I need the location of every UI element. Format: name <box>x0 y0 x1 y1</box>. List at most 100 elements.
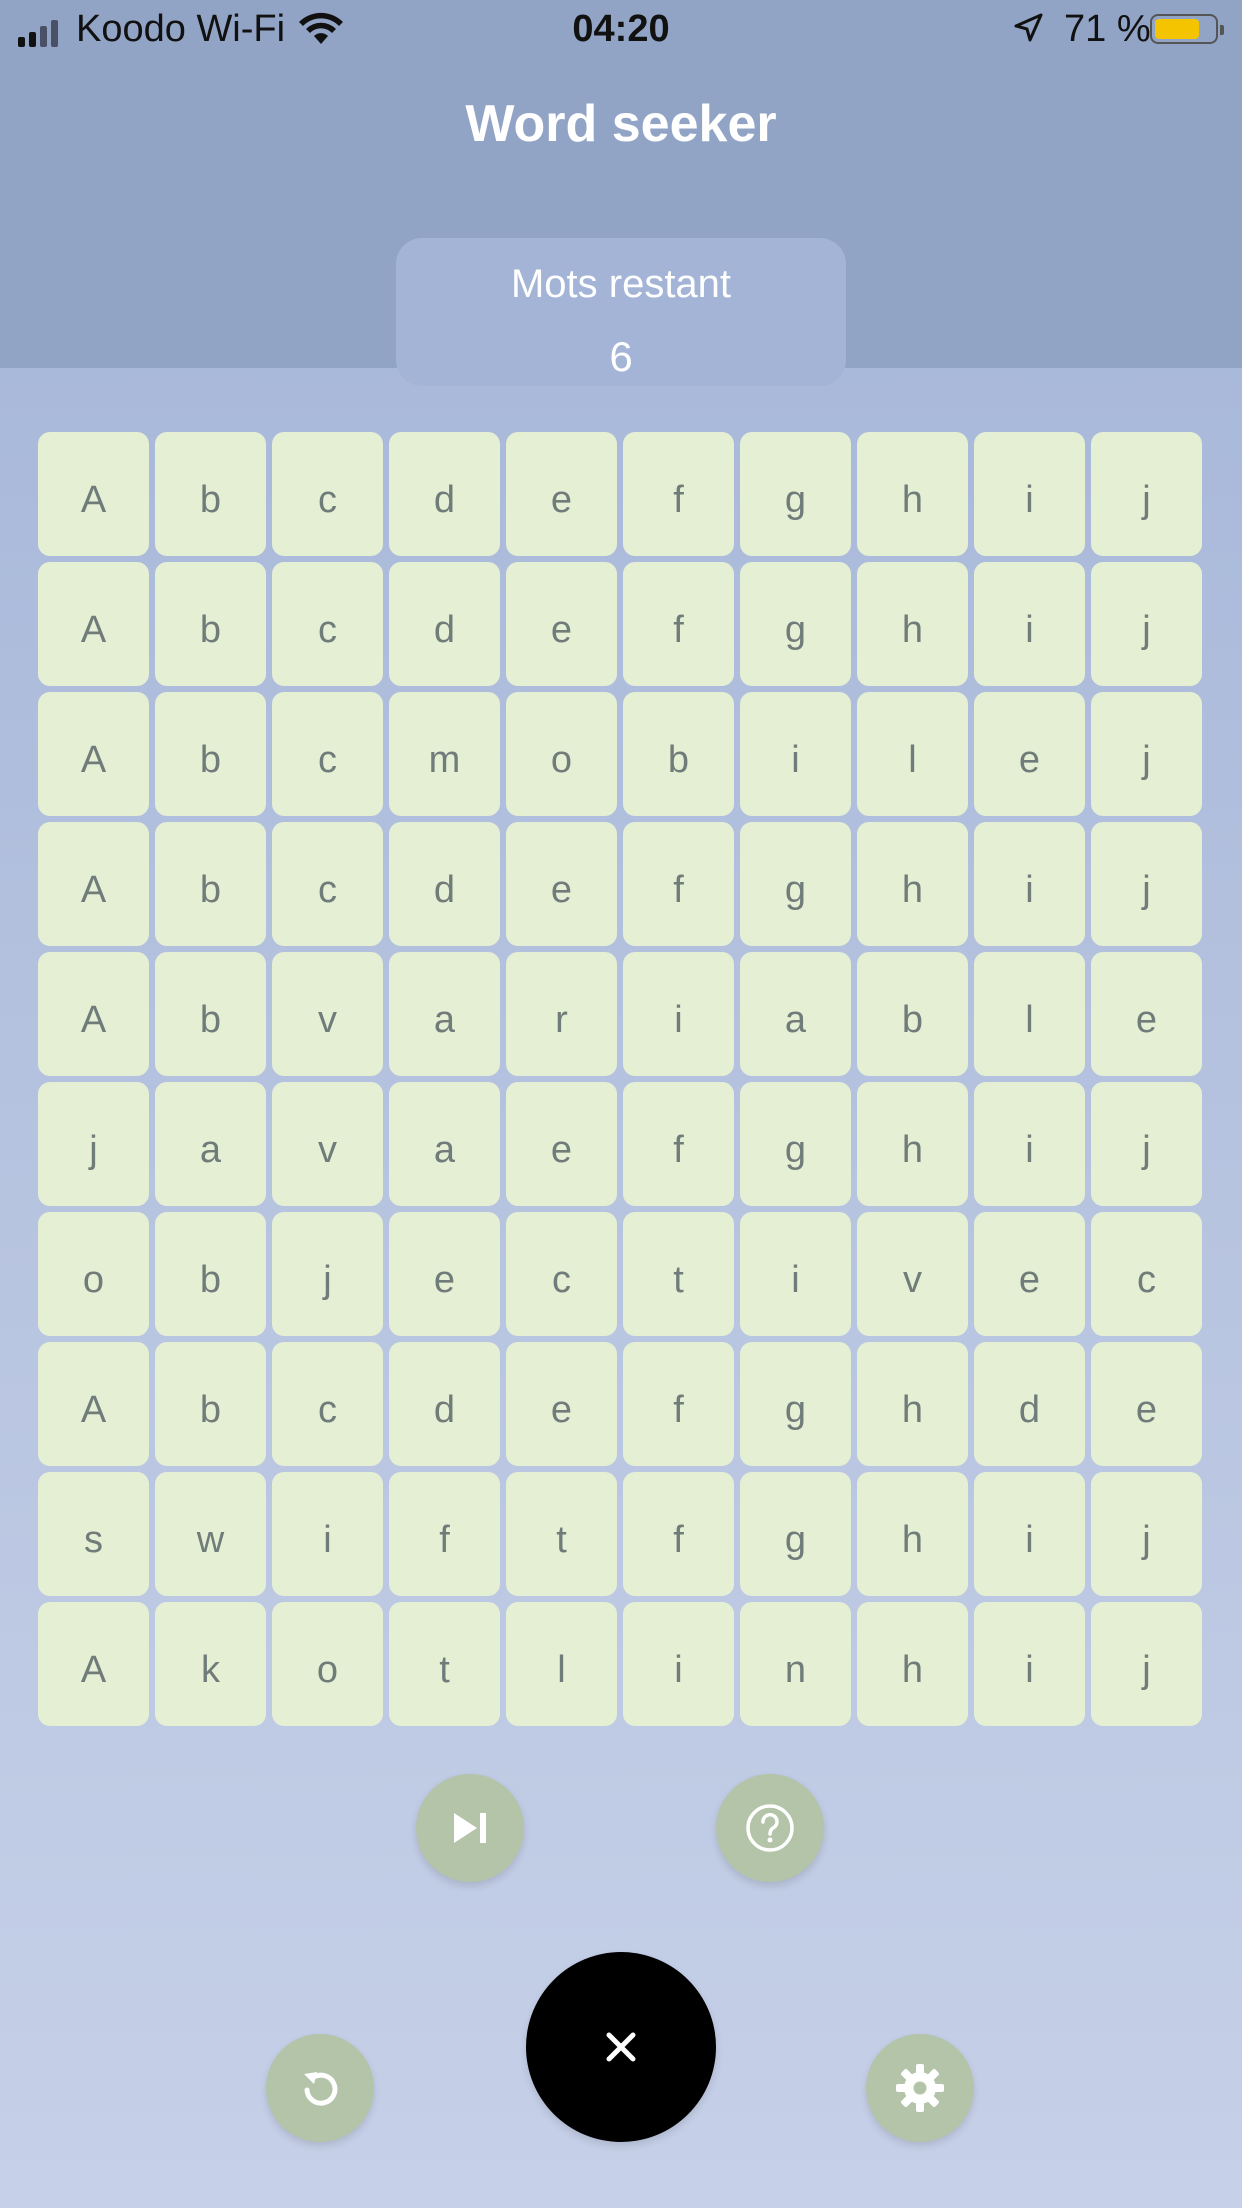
letter-cell[interactable]: e <box>974 1212 1085 1336</box>
letter-cell[interactable]: c <box>272 822 383 946</box>
restart-button[interactable] <box>266 2034 374 2142</box>
letter-cell[interactable]: h <box>857 1082 968 1206</box>
letter-cell[interactable]: A <box>38 822 149 946</box>
letter-cell[interactable]: f <box>389 1472 500 1596</box>
letter-cell[interactable]: i <box>740 692 851 816</box>
letter-cell[interactable]: o <box>506 692 617 816</box>
letter-cell[interactable]: f <box>623 1472 734 1596</box>
letter-cell[interactable]: d <box>974 1342 1085 1466</box>
letter-cell[interactable]: h <box>857 1472 968 1596</box>
letter-cell[interactable]: c <box>1091 1212 1202 1336</box>
letter-cell[interactable]: t <box>389 1602 500 1726</box>
letter-cell[interactable]: a <box>740 952 851 1076</box>
letter-cell[interactable]: a <box>389 1082 500 1206</box>
letter-cell[interactable]: b <box>155 822 266 946</box>
letter-cell[interactable]: o <box>38 1212 149 1336</box>
letter-cell[interactable]: l <box>857 692 968 816</box>
letter-cell[interactable]: e <box>506 822 617 946</box>
letter-cell[interactable]: v <box>857 1212 968 1336</box>
letter-cell[interactable]: A <box>38 432 149 556</box>
letter-cell[interactable]: f <box>623 432 734 556</box>
letter-cell[interactable]: f <box>623 1082 734 1206</box>
letter-cell[interactable]: f <box>623 1342 734 1466</box>
letter-cell[interactable]: e <box>1091 1342 1202 1466</box>
close-button[interactable] <box>526 1952 716 2142</box>
letter-cell[interactable]: e <box>506 432 617 556</box>
letter-cell[interactable]: e <box>974 692 1085 816</box>
letter-cell[interactable]: b <box>155 1342 266 1466</box>
letter-cell[interactable]: c <box>506 1212 617 1336</box>
letter-cell[interactable]: i <box>272 1472 383 1596</box>
settings-button[interactable] <box>866 2034 974 2142</box>
letter-cell[interactable]: h <box>857 1602 968 1726</box>
letter-cell[interactable]: l <box>974 952 1085 1076</box>
letter-cell[interactable]: A <box>38 1342 149 1466</box>
letter-cell[interactable]: f <box>623 822 734 946</box>
letter-cell[interactable]: g <box>740 1342 851 1466</box>
letter-cell[interactable]: c <box>272 562 383 686</box>
letter-cell[interactable]: a <box>389 952 500 1076</box>
letter-cell[interactable]: j <box>1091 1082 1202 1206</box>
letter-cell[interactable]: g <box>740 562 851 686</box>
letter-cell[interactable]: i <box>623 1602 734 1726</box>
letter-cell[interactable]: b <box>155 562 266 686</box>
letter-cell[interactable]: A <box>38 1602 149 1726</box>
letter-cell[interactable]: d <box>389 432 500 556</box>
letter-cell[interactable]: h <box>857 432 968 556</box>
letter-cell[interactable]: e <box>1091 952 1202 1076</box>
letter-cell[interactable]: j <box>1091 1472 1202 1596</box>
letter-cell[interactable]: f <box>623 562 734 686</box>
letter-cell[interactable]: i <box>974 822 1085 946</box>
letter-cell[interactable]: w <box>155 1472 266 1596</box>
letter-cell[interactable]: A <box>38 952 149 1076</box>
letter-cell[interactable]: o <box>272 1602 383 1726</box>
letter-cell[interactable]: v <box>272 1082 383 1206</box>
letter-cell[interactable]: c <box>272 432 383 556</box>
letter-cell[interactable]: d <box>389 1342 500 1466</box>
letter-cell[interactable]: t <box>506 1472 617 1596</box>
letter-cell[interactable]: h <box>857 562 968 686</box>
letter-cell[interactable]: g <box>740 1472 851 1596</box>
letter-cell[interactable]: j <box>1091 432 1202 556</box>
letter-cell[interactable]: h <box>857 822 968 946</box>
letter-cell[interactable]: a <box>155 1082 266 1206</box>
letter-cell[interactable]: e <box>506 1342 617 1466</box>
letter-cell[interactable]: g <box>740 1082 851 1206</box>
letter-cell[interactable]: e <box>506 1082 617 1206</box>
letter-cell[interactable]: j <box>1091 822 1202 946</box>
letter-cell[interactable]: i <box>974 562 1085 686</box>
letter-cell[interactable]: d <box>389 822 500 946</box>
letter-cell[interactable]: j <box>1091 692 1202 816</box>
letter-cell[interactable]: b <box>623 692 734 816</box>
letter-cell[interactable]: s <box>38 1472 149 1596</box>
letter-cell[interactable]: g <box>740 432 851 556</box>
letter-cell[interactable]: b <box>155 1212 266 1336</box>
letter-cell[interactable]: b <box>155 432 266 556</box>
letter-cell[interactable]: g <box>740 822 851 946</box>
letter-cell[interactable]: j <box>1091 562 1202 686</box>
letter-cell[interactable]: b <box>857 952 968 1076</box>
letter-cell[interactable]: i <box>974 1472 1085 1596</box>
letter-cell[interactable]: i <box>974 1082 1085 1206</box>
letter-cell[interactable]: c <box>272 692 383 816</box>
letter-cell[interactable]: i <box>740 1212 851 1336</box>
skip-button[interactable] <box>416 1774 524 1882</box>
letter-cell[interactable]: j <box>38 1082 149 1206</box>
letter-cell[interactable]: n <box>740 1602 851 1726</box>
letter-cell[interactable]: i <box>974 1602 1085 1726</box>
letter-cell[interactable]: j <box>272 1212 383 1336</box>
letter-cell[interactable]: b <box>155 692 266 816</box>
letter-cell[interactable]: k <box>155 1602 266 1726</box>
letter-cell[interactable]: b <box>155 952 266 1076</box>
letter-cell[interactable]: i <box>623 952 734 1076</box>
letter-cell[interactable]: l <box>506 1602 617 1726</box>
letter-cell[interactable]: A <box>38 562 149 686</box>
letter-cell[interactable]: i <box>974 432 1085 556</box>
letter-cell[interactable]: j <box>1091 1602 1202 1726</box>
letter-cell[interactable]: c <box>272 1342 383 1466</box>
letter-cell[interactable]: m <box>389 692 500 816</box>
letter-cell[interactable]: e <box>506 562 617 686</box>
letter-cell[interactable]: t <box>623 1212 734 1336</box>
letter-cell[interactable]: d <box>389 562 500 686</box>
letter-cell[interactable]: h <box>857 1342 968 1466</box>
